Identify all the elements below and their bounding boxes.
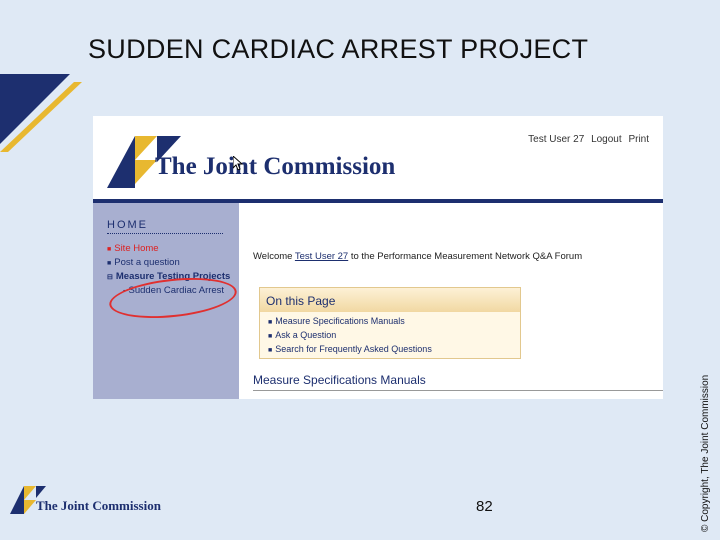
- link-label: Measure Specifications Manuals: [275, 316, 405, 326]
- sidebar-item-post-question[interactable]: ■ Post a question: [107, 257, 180, 268]
- footer-brand: The Joint Commission: [36, 498, 161, 513]
- welcome-suffix: to the Performance Measurement Network Q…: [350, 251, 583, 262]
- user-name-link[interactable]: Test User 27: [528, 134, 584, 145]
- slide-title: SUDDEN CARDIAC ARREST PROJECT: [88, 34, 589, 64]
- bullet-icon: ■: [268, 333, 273, 340]
- website-screenshot: The Joint Commission Test User 27 Logout…: [93, 116, 663, 399]
- sidebar-item-site-home[interactable]: ■ Site Home: [107, 243, 159, 254]
- site-brand: The Joint Commission: [155, 153, 396, 180]
- corner-decoration-icon: [0, 74, 82, 152]
- page-number: 82: [476, 498, 493, 515]
- user-links: Test User 27 Logout Print: [524, 134, 649, 145]
- cursor-icon: [233, 156, 243, 170]
- bullet-icon: ■: [268, 319, 273, 326]
- collapse-icon[interactable]: ⊟: [107, 274, 113, 281]
- section-heading: Measure Specifications Manuals: [253, 373, 663, 391]
- on-this-page-heading: On this Page: [260, 288, 520, 312]
- on-this-page-box: On this Page ■ Measure Specifications Man…: [259, 287, 521, 359]
- sidebar: HOME ■ Site Home ■ Post a question ⊟ Measur…: [93, 203, 239, 399]
- link-label: Search for Frequently Asked Questions: [275, 344, 432, 354]
- bullet-icon: ■: [268, 347, 273, 354]
- welcome-user-link[interactable]: Test User 27: [295, 251, 348, 262]
- link-measure-specifications[interactable]: ■ Measure Specifications Manuals: [260, 316, 520, 326]
- sidebar-item-label: Post a question: [114, 257, 180, 268]
- main-content: Welcome Test User 27 to the Performance …: [239, 203, 663, 399]
- welcome-prefix: Welcome: [253, 251, 293, 262]
- link-label: Ask a Question: [275, 330, 337, 340]
- welcome-message: Welcome Test User 27 to the Performance …: [253, 251, 582, 262]
- sidebar-heading: HOME: [107, 219, 223, 234]
- print-link[interactable]: Print: [628, 134, 649, 145]
- bullet-icon: ■: [107, 246, 112, 253]
- site-header: The Joint Commission Test User 27 Logout…: [93, 116, 663, 199]
- copyright-notice: © Copyright, The Joint Commission: [700, 374, 711, 532]
- link-ask-question[interactable]: ■ Ask a Question: [260, 330, 520, 340]
- link-search-faq[interactable]: ■ Search for Frequently Asked Questions: [260, 344, 520, 354]
- bullet-icon: ■: [107, 260, 112, 267]
- logout-link[interactable]: Logout: [591, 134, 622, 145]
- sidebar-item-label: Site Home: [114, 243, 159, 254]
